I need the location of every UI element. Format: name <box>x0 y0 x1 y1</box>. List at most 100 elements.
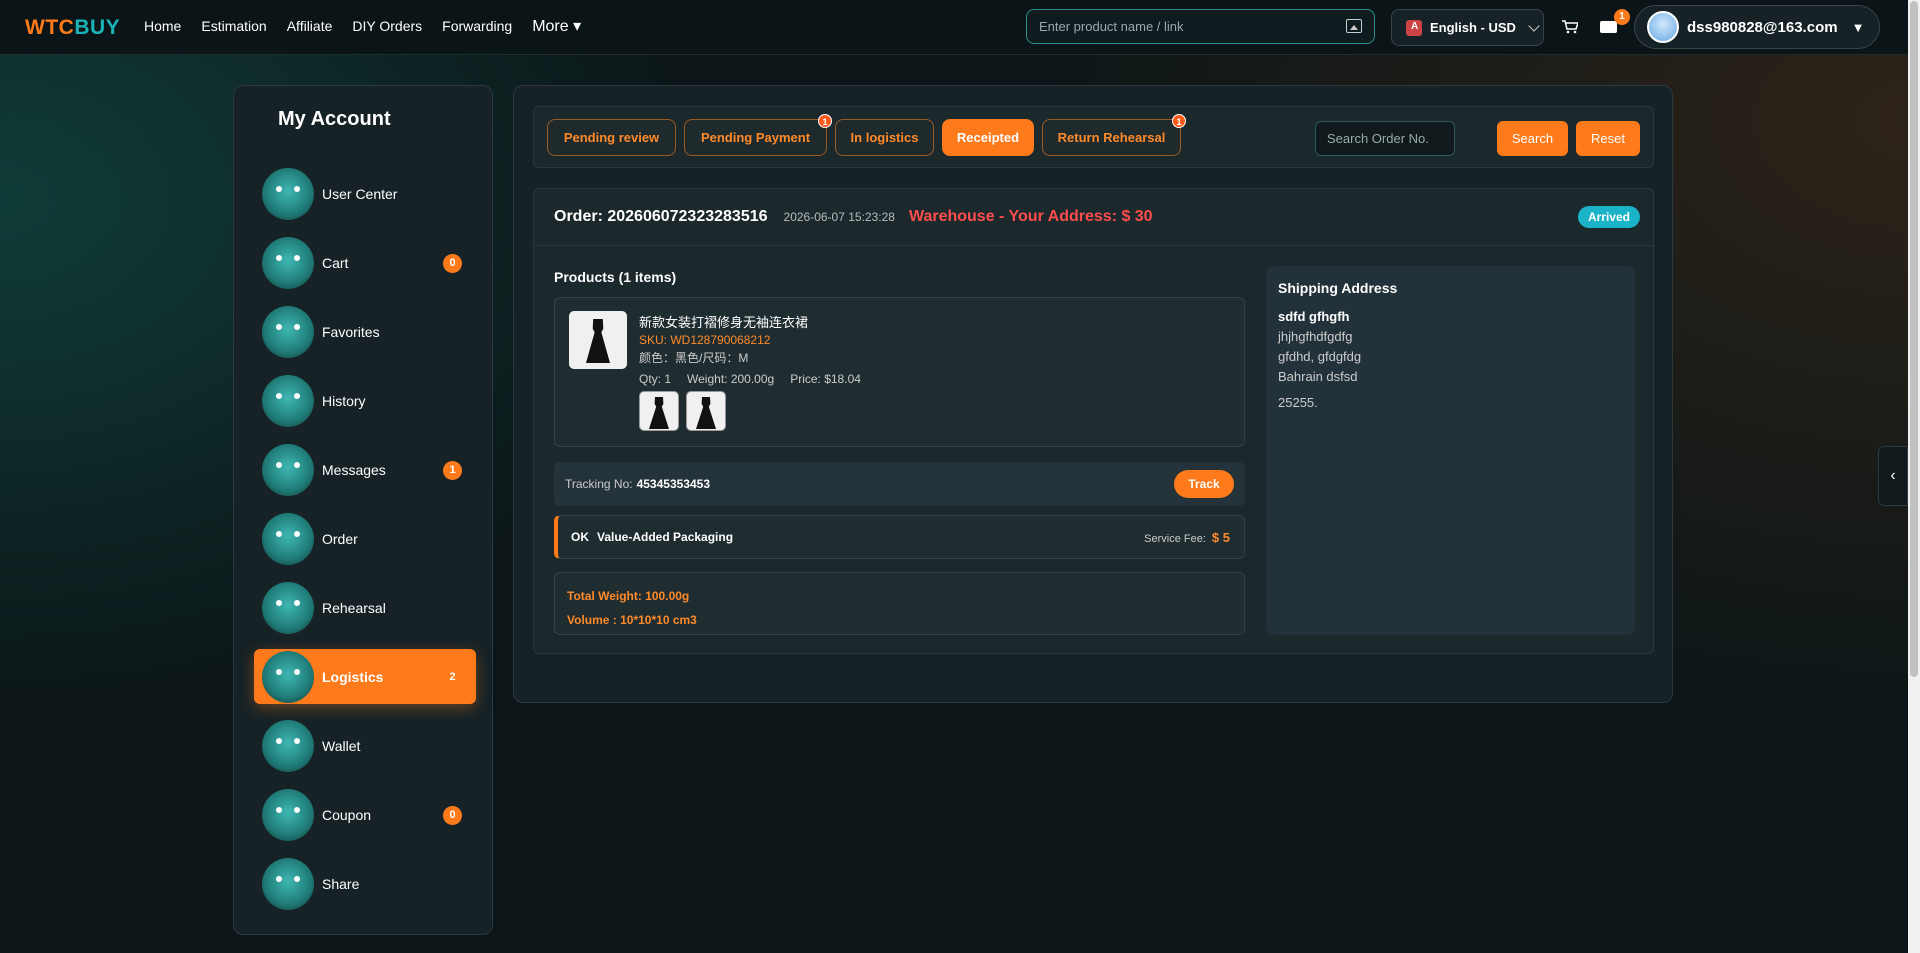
product-qty: Qty: 1 <box>639 372 672 386</box>
collapse-panel-toggle[interactable]: ‹ <box>1878 446 1908 506</box>
coupon-icon <box>262 788 314 841</box>
chevron-left-icon: ‹ <box>1890 467 1896 484</box>
order-route-fee: Warehouse - Your Address: $ 30 <box>908 208 1153 225</box>
dress-image <box>649 397 669 429</box>
address-line: gfdhd, gfdgfdg <box>1278 349 1362 364</box>
total-weight: Total Weight: 100.00g <box>567 589 690 603</box>
dress-image <box>586 319 610 363</box>
wallet-icon <box>262 719 314 772</box>
sidebar-item-share[interactable]: Share <box>254 856 476 911</box>
cart-icon[interactable] <box>1562 20 1578 34</box>
mail-badge: 1 <box>1614 9 1630 25</box>
order-card: Order: 202606072323283516 2026-06-07 15:… <box>533 188 1654 654</box>
track-button[interactable]: Track <box>1174 470 1234 498</box>
tab-badge: 1 <box>818 114 832 128</box>
sidebar-item-cart[interactable]: Cart 0 <box>254 235 476 290</box>
sidebar-item-label: Order <box>322 530 358 547</box>
nav-diy-orders[interactable]: DIY Orders <box>352 18 422 36</box>
top-navbar: WTCBUY Home Estimation Affiliate DIY Ord… <box>0 0 1920 55</box>
service-fee: Service Fee: $ 5 <box>1144 530 1230 545</box>
sidebar-item-history[interactable]: History <box>254 373 476 428</box>
reset-button[interactable]: Reset <box>1576 121 1640 156</box>
translate-icon <box>1406 19 1422 36</box>
tab-badge: 1 <box>1172 114 1186 128</box>
chevron-down-icon <box>1528 19 1540 32</box>
order-header: Order: 202606072323283516 2026-06-07 15:… <box>534 189 1653 246</box>
count-badge: 0 <box>443 254 462 273</box>
volume: Volume : 10*10*10 cm3 <box>567 613 697 627</box>
recipient-name: sdfd gfhgfh <box>1278 309 1350 324</box>
image-search-icon[interactable] <box>1346 19 1362 33</box>
service-fee-value: $ 5 <box>1211 530 1230 545</box>
nav-more[interactable]: More ▾ <box>532 16 581 36</box>
sidebar-item-label: History <box>322 392 366 409</box>
tab-in-logistics[interactable]: In logistics <box>835 119 934 156</box>
product-search-input[interactable] <box>1039 19 1329 34</box>
sidebar-item-label: Wallet <box>322 737 361 754</box>
order-number: Order: 202606072323283516 <box>554 208 768 225</box>
cart-mascot-icon <box>262 236 314 289</box>
sidebar-item-user-center[interactable]: User Center <box>254 166 476 221</box>
service-status: OK <box>571 530 589 544</box>
user-menu[interactable]: dss980828@163.com ▼ <box>1634 5 1880 49</box>
sidebar-item-label: Rehearsal <box>322 599 386 616</box>
sidebar-item-favorites[interactable]: Favorites <box>254 304 476 359</box>
tab-label: In logistics <box>850 130 919 145</box>
site-logo[interactable]: WTCBUY <box>25 16 120 40</box>
postal-code: 25255. <box>1278 395 1318 410</box>
rehearsal-icon <box>262 581 314 634</box>
address-line: jhjhgfhdfgdfg <box>1278 329 1353 344</box>
sidebar-title: My Account <box>278 108 391 130</box>
sidebar-item-label: Coupon <box>322 806 372 823</box>
page-scrollbar[interactable] <box>1908 0 1920 953</box>
logistics-panel: Pending review Pending Payment 1 In logis… <box>513 85 1673 703</box>
product-image[interactable] <box>569 311 627 369</box>
status-badge: Arrived <box>1577 206 1640 228</box>
product-name: 新款女装打褶修身无袖连衣裙 <box>639 315 809 330</box>
service-fee-label: Service Fee: <box>1144 533 1206 545</box>
status-tabs: Pending review Pending Payment 1 In logis… <box>533 106 1654 168</box>
service-name: Value-Added Packaging <box>597 530 734 544</box>
nav-estimation[interactable]: Estimation <box>201 18 266 36</box>
order-icon <box>262 512 314 565</box>
sidebar-item-messages[interactable]: Messages 1 <box>254 442 476 497</box>
qc-photos <box>639 391 726 431</box>
count-badge: 0 <box>443 806 462 825</box>
tab-pending-review[interactable]: Pending review <box>547 119 676 156</box>
order-search-input[interactable] <box>1315 121 1455 156</box>
sidebar-item-wallet[interactable]: Wallet <box>254 718 476 773</box>
shipping-address: Shipping Address sdfd gfhgfh jhjhgfhdfgd… <box>1266 266 1635 635</box>
heart-icon <box>262 305 314 358</box>
sidebar-item-label: Logistics <box>322 668 384 685</box>
search-button[interactable]: Search <box>1497 121 1568 156</box>
count-badge: 1 <box>443 461 462 480</box>
scrollbar-thumb[interactable] <box>1910 1 1918 677</box>
nav-forwarding[interactable]: Forwarding <box>442 18 512 36</box>
dress-image <box>696 397 716 429</box>
sidebar-item-order[interactable]: Order <box>254 511 476 566</box>
mail-icon[interactable] <box>1600 21 1617 33</box>
sidebar-item-logistics[interactable]: Logistics 2 <box>254 649 476 704</box>
logo-text-right: BUY <box>74 16 121 39</box>
clock-icon <box>262 374 314 427</box>
truck-icon <box>262 650 314 703</box>
tab-pending-payment[interactable]: Pending Payment 1 <box>684 114 832 156</box>
product-info: Qty: 1 Weight: 200.00g Price: $18.04 <box>639 372 861 386</box>
nav-affiliate[interactable]: Affiliate <box>287 18 333 36</box>
qc-photo-thumbnail[interactable] <box>686 391 726 431</box>
qc-photo-thumbnail[interactable] <box>639 391 679 431</box>
tab-receipted[interactable]: Receipted <box>942 119 1034 156</box>
nav-home[interactable]: Home <box>144 18 181 36</box>
product-search <box>1026 9 1375 44</box>
sidebar-item-coupon[interactable]: Coupon 0 <box>254 787 476 842</box>
language-currency-selector[interactable]: English - USD <box>1391 9 1544 46</box>
sidebar-item-rehearsal[interactable]: Rehearsal <box>254 580 476 635</box>
order-date: 2026-06-07 15:23:28 <box>783 210 895 224</box>
tab-label: Pending review <box>563 130 660 145</box>
tab-return-rehearsal[interactable]: Return Rehearsal 1 <box>1042 114 1186 156</box>
main-nav: Home Estimation Affiliate DIY Orders For… <box>144 18 581 36</box>
share-icon <box>262 857 314 910</box>
count-badge: 2 <box>449 671 456 683</box>
user-center-icon <box>262 167 314 220</box>
sidebar-item-label: Favorites <box>322 323 380 340</box>
